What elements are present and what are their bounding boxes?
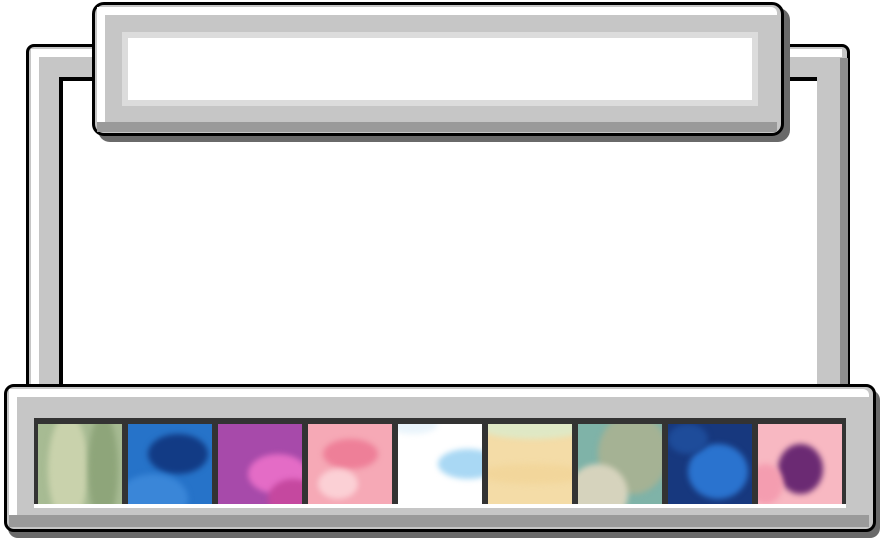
thumbnail-sky-white[interactable] (398, 424, 482, 504)
thumbnail-green-stripes[interactable] (38, 424, 122, 504)
thumbnail-pattern-shape (488, 424, 572, 439)
thumbnail-teal-diagonal[interactable] (578, 424, 662, 504)
tray-highlight (9, 389, 869, 397)
title-bar-highlight-left (97, 7, 105, 125)
tray-highlight-left (9, 389, 17, 517)
thumbnail-pattern-shape (128, 474, 188, 504)
thumbnail-pattern-shape (48, 424, 88, 504)
title-text (128, 38, 752, 100)
thumbnail-pattern-shape (668, 424, 708, 454)
thumbnail-pattern-shape (318, 469, 358, 499)
thumbnail-pattern-shape (438, 449, 482, 479)
thumbnail-pattern-shape (488, 464, 572, 484)
frame-highlight-top-right (786, 49, 842, 57)
thumbnail-purple-pink[interactable] (218, 424, 302, 504)
thumbnail-pattern-shape (398, 424, 438, 434)
tray-shadow (9, 515, 869, 527)
frame-highlight-top-left (31, 49, 101, 57)
frame-highlight (31, 49, 39, 389)
frame-shadow (840, 58, 848, 388)
title-bar-shadow (97, 122, 777, 132)
thumbnail-pink-swirl[interactable] (758, 424, 842, 504)
thumbnail-navy-blue[interactable] (668, 424, 752, 504)
thumbnail-pink-clouds[interactable] (308, 424, 392, 504)
thumbnail-pattern-shape (148, 434, 208, 474)
title-bar-highlight (97, 7, 777, 15)
thumbnail-pattern-shape (778, 444, 823, 494)
thumbnail-pattern-shape (323, 439, 378, 469)
thumbnail-sand-stripes[interactable] (488, 424, 572, 504)
thumbnail-pattern-shape (88, 424, 118, 504)
thumbnail-blue-camo[interactable] (128, 424, 212, 504)
